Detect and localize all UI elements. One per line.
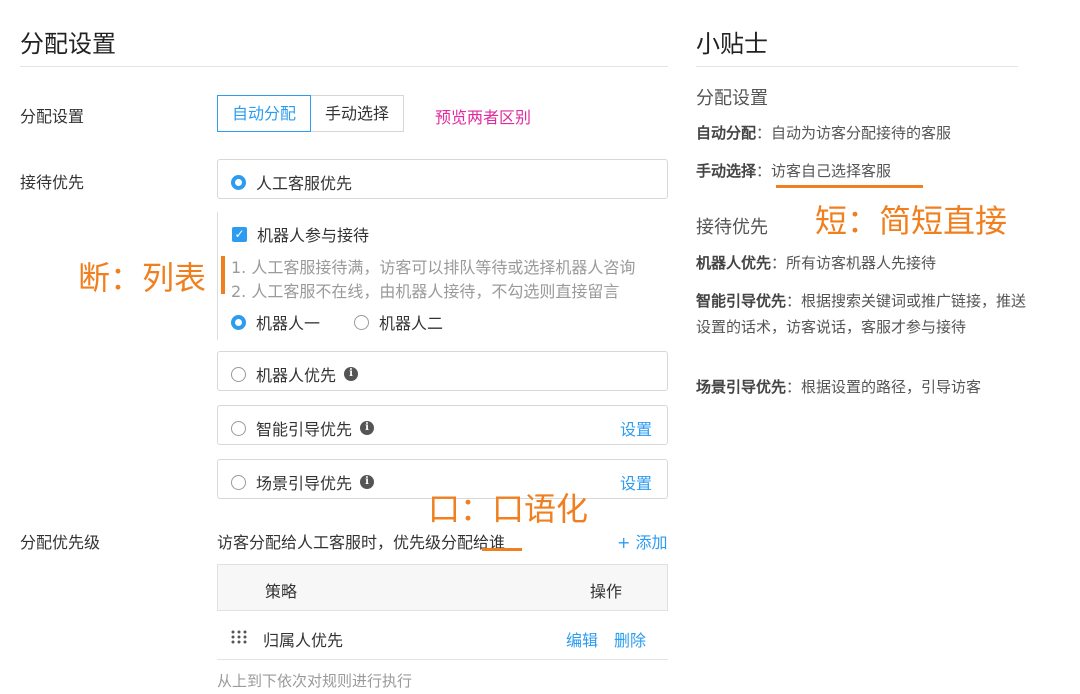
tip-scene-value: ：根据设置的路径，引导访客 [786,378,982,396]
smart-guide-setting-link[interactable]: 设置 [620,416,652,440]
annotation-short-underline [776,185,923,188]
robot-two-label: 机器人二 [379,314,444,333]
assign-setting-label: 分配设置 [20,107,85,126]
reception-priority-label: 接待优先 [20,173,85,192]
robot-one-radio[interactable] [231,314,246,330]
tip-scene-key: 场景引导优先 [696,378,787,396]
col-action: 操作 [590,582,623,601]
annotation-short: 短：简短直接 [815,202,1008,240]
tips-heading-reception: 接待优先 [696,217,768,238]
tip-smart: 智能引导优先：根据搜索关键词或推广链接，推送设置的话术，访客说话，客服才参与接待 [696,288,1028,340]
scene-guide-label: 场景引导优先 [256,474,353,493]
tips-heading-assign: 分配设置 [696,88,768,109]
sub-option-guide-line [217,212,218,340]
tip-scene: 场景引导优先：根据设置的路径，引导访客 [696,374,1036,400]
add-rule-link[interactable]: + 添加 [617,529,668,553]
annotation-list-marker [221,256,225,294]
robot-two-radio[interactable] [354,314,369,330]
assign-mode-segment: 自动分配 手动选择 [217,95,405,132]
execution-order-note: 从上到下依次对规则进行执行 [217,672,413,690]
tip-manual: 手动选择：访客自己选择客服 [696,158,1026,184]
col-strategy: 策略 [265,582,298,601]
smart-guide-radio[interactable] [231,420,246,436]
tip-auto-key: 自动分配 [696,124,757,142]
annotation-colloquial: 口：口语化 [428,490,589,528]
info-icon[interactable]: i [360,475,375,489]
rule-note-1: 1. 人工客服接待满，访客可以排队等待或选择机器人咨询 [231,258,636,277]
annotation-colloquial-underline [482,548,522,551]
table-row-strategy: 归属人优先 [263,631,344,650]
tips-title: 小贴士 [696,30,768,58]
robot-first-radio[interactable] [231,366,246,382]
delete-row-link[interactable]: 删除 [614,627,646,651]
tip-auto: 自动分配：自动为访客分配接待的客服 [696,120,1026,146]
robot-one-label: 机器人一 [256,314,321,333]
smart-guide-label: 智能引导优先 [256,420,353,439]
tip-auto-value: ：自动为访客分配接待的客服 [756,124,952,142]
preview-difference-link[interactable]: 预览两者区别 [435,104,531,128]
scene-guide-radio[interactable] [231,474,246,490]
title-divider [20,66,668,67]
human-first-label: 人工客服优先 [256,174,353,193]
assign-priority-label: 分配优先级 [20,533,101,552]
robot-join-label: 机器人参与接待 [257,226,370,245]
human-first-radio[interactable] [231,174,246,190]
edit-row-link[interactable]: 编辑 [566,627,598,651]
auto-assign-button[interactable]: 自动分配 [217,95,312,132]
info-icon[interactable]: i [360,421,375,435]
tips-divider [696,66,1018,67]
robot-first-label: 机器人优先 [256,366,337,385]
priority-description: 访客分配给人工客服时，优先级分配给谁 [217,533,506,552]
tip-manual-key: 手动选择 [696,162,757,180]
rule-note-2: 2. 人工客服不在线，由机器人接待，不勾选则直接留言 [231,282,620,301]
manual-select-button[interactable]: 手动选择 [311,95,405,132]
drag-handle-icon[interactable] [230,629,248,645]
info-icon[interactable]: i [344,367,359,381]
tip-robot-value: ：所有访客机器人先接待 [771,254,937,272]
page-title: 分配设置 [20,30,116,58]
annotation-list: 断：列表 [78,259,207,297]
scene-guide-setting-link[interactable]: 设置 [620,470,652,494]
tip-manual-value: ：访客自己选择客服 [756,162,892,180]
tip-robot-key: 机器人优先 [696,254,772,272]
table-row-divider [217,659,668,660]
tip-smart-key: 智能引导优先 [696,292,787,310]
robot-join-checkbox[interactable]: ✓ [232,226,247,242]
tip-robot: 机器人优先：所有访客机器人先接待 [696,250,1026,276]
